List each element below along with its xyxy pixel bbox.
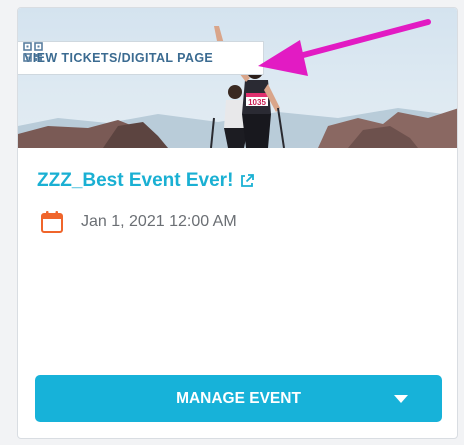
calendar-icon [41, 211, 63, 233]
svg-text:1035: 1035 [248, 98, 266, 107]
manage-event-label: MANAGE EVENT [176, 389, 301, 407]
event-hero-image: 1035 VIEW TICKETS/DIGITAL PAGE [18, 8, 457, 148]
event-card: 1035 VIEW TICKETS/DIGITAL PAGE ZZZ_Best … [17, 7, 458, 439]
event-title-link[interactable]: ZZZ_Best Event Ever! [37, 170, 233, 192]
view-tickets-digital-page-button[interactable]: VIEW TICKETS/DIGITAL PAGE [18, 41, 264, 75]
event-title-row: ZZZ_Best Event Ever! [37, 170, 255, 192]
manage-event-button[interactable]: MANAGE EVENT [35, 375, 442, 422]
chevron-down-icon[interactable] [394, 394, 408, 404]
qr-code-icon [23, 42, 43, 62]
external-link-icon[interactable] [239, 173, 255, 189]
hero-illustration: 1035 [18, 26, 457, 148]
view-tickets-label: VIEW TICKETS/DIGITAL PAGE [24, 51, 214, 65]
event-date-row: Jan 1, 2021 12:00 AM [40, 210, 237, 234]
event-date: Jan 1, 2021 12:00 AM [81, 213, 237, 230]
